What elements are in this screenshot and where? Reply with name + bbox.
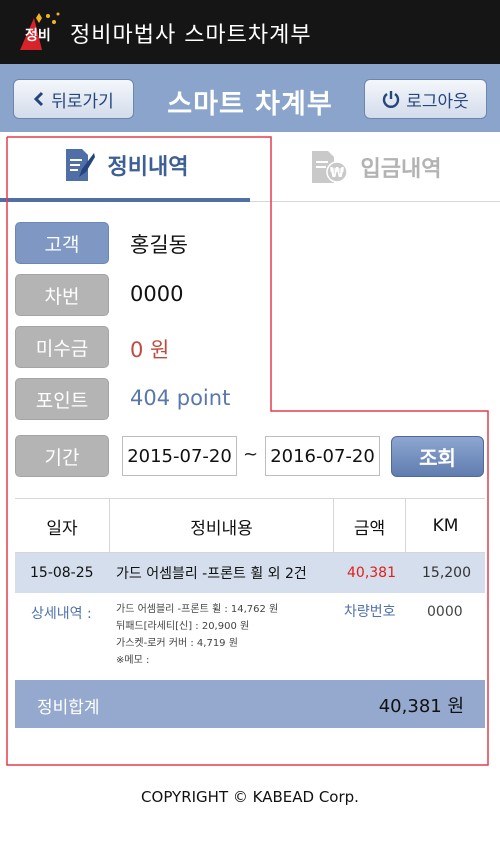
points-label: 포인트 <box>15 378 109 420</box>
period-label: 기간 <box>15 435 109 477</box>
row-content: 가드 어셈블리 -프론트 휠 외 2건 <box>116 566 307 582</box>
tab-deposit[interactable]: ₩ 입금내역 <box>250 132 500 202</box>
back-button[interactable]: 뒤로가기 <box>13 79 134 119</box>
tab-deposit-label: 입금내역 <box>360 157 442 182</box>
unpaid-value: 0 원 <box>130 338 170 362</box>
back-label: 뒤로가기 <box>51 91 114 112</box>
detail-line: 가스켓-로커 커버 : 4,719 원 <box>116 638 238 649</box>
header-bar: 뒤로가기 스마트 차계부 로그아웃 <box>0 64 500 132</box>
row-date: 15-08-25 <box>30 565 94 581</box>
plate-label: 차번 <box>15 274 109 316</box>
detail-line: ※메모 : <box>116 655 150 666</box>
table-header: 일자 정비내용 금액 KM <box>15 498 485 553</box>
logo-text: 정비 <box>25 28 51 44</box>
customer-label: 고객 <box>15 222 109 264</box>
date-to-input[interactable]: 2016-07-20 <box>265 436 380 476</box>
page-title: 스마트 차계부 <box>167 89 333 120</box>
search-button[interactable]: 조회 <box>391 436 484 477</box>
power-icon <box>383 91 400 108</box>
app-title: 정비마법사 스마트차계부 <box>70 23 312 48</box>
tab-maintenance-label: 정비내역 <box>107 155 189 180</box>
row-km: 15,200 <box>422 565 471 581</box>
detail-lines: 가드 어셈블리 -프론트 휠 : 14,762 원 뒤패드[라세티[신] : 2… <box>116 601 278 669</box>
header-content: 정비내용 <box>110 499 334 553</box>
header-km: KM <box>432 516 459 536</box>
wrench-document-icon <box>65 149 95 181</box>
detail-label: 상세내역 : <box>31 606 92 622</box>
header-date: 일자 <box>15 499 110 553</box>
car-number-label: 차량번호 <box>344 604 396 620</box>
detail-section: 상세내역 : 가드 어셈블리 -프론트 휠 : 14,762 원 뒤패드[라세티… <box>15 593 485 678</box>
date-separator: ~ <box>243 444 259 465</box>
total-row: 정비합계 40,381 원 <box>15 680 485 728</box>
detail-line: 가드 어셈블리 -프론트 휠 : 14,762 원 <box>116 604 279 615</box>
copyright: COPYRIGHT © KABEAD Corp. <box>141 788 359 806</box>
total-label: 정비합계 <box>37 698 100 718</box>
header-amount: 금액 <box>334 499 406 553</box>
customer-value: 홍길동 <box>130 233 188 257</box>
tab-bar: 정비내역 ₩ 입금내역 <box>0 132 500 202</box>
plate-value: 0000 <box>130 282 184 306</box>
date-from-input[interactable]: 2015-07-20 <box>122 436 237 476</box>
svg-text:₩: ₩ <box>329 166 344 181</box>
detail-line: 뒤패드[라세티[신] : 20,900 원 <box>116 621 250 632</box>
row-amount: 40,381 <box>347 565 396 581</box>
points-value: 404 point <box>130 386 231 410</box>
tab-maintenance[interactable]: 정비내역 <box>0 132 250 202</box>
car-number-value: 0000 <box>427 604 463 620</box>
total-value: 40,381 원 <box>378 696 464 717</box>
logout-label: 로그아웃 <box>406 91 469 112</box>
logout-button[interactable]: 로그아웃 <box>364 79 487 119</box>
unpaid-label: 미수금 <box>15 326 109 368</box>
table-row[interactable]: 15-08-25 가드 어셈블리 -프론트 휠 외 2건 40,381 15,2… <box>15 553 485 593</box>
chevron-left-icon <box>34 91 44 107</box>
app-titlebar: 정비 정비마법사 스마트차계부 <box>0 0 500 64</box>
won-document-icon: ₩ <box>311 151 348 183</box>
